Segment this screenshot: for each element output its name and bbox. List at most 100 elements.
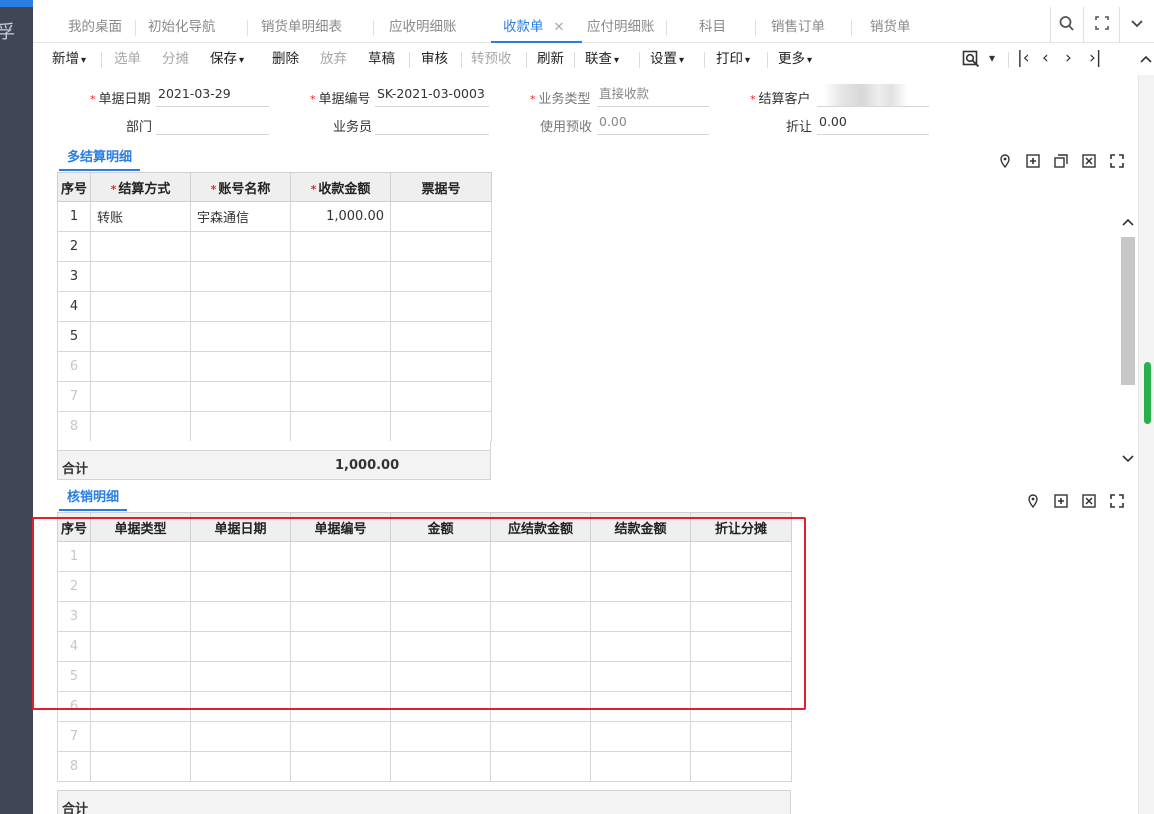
method-cell[interactable] <box>90 351 191 382</box>
more-button[interactable]: 更多 ▾ <box>778 43 812 75</box>
method-cell[interactable] <box>90 291 191 322</box>
grid-cell[interactable] <box>690 541 792 572</box>
doc-no-field[interactable]: SK-2021-03-0003 <box>375 85 489 107</box>
table-row[interactable]: 8 <box>57 751 792 782</box>
account-cell[interactable] <box>190 231 291 262</box>
grid-cell[interactable] <box>490 631 591 662</box>
grid-cell[interactable] <box>290 751 391 782</box>
tab-init-guide[interactable]: 初始化导航 <box>148 7 216 43</box>
tab-desktop[interactable]: 我的桌面 <box>68 7 122 43</box>
prev-record-icon[interactable]: ‹ <box>1042 43 1049 75</box>
discard-button[interactable]: 放弃 <box>320 43 347 75</box>
delete-row-icon[interactable] <box>1082 154 1096 168</box>
table-row[interactable]: 6 <box>57 691 792 722</box>
grid-cell[interactable] <box>190 751 291 782</box>
grid-cell[interactable] <box>590 661 691 692</box>
grid-cell[interactable] <box>690 631 792 662</box>
grid-cell[interactable] <box>190 571 291 602</box>
grid-cell[interactable] <box>190 541 291 572</box>
grid-cell[interactable] <box>590 541 691 572</box>
grid-cell[interactable] <box>90 601 191 632</box>
grid-cell[interactable] <box>690 691 792 722</box>
grid-cell[interactable] <box>390 661 491 692</box>
ticket-cell[interactable] <box>390 321 492 352</box>
grid-cell[interactable] <box>90 751 191 782</box>
method-cell[interactable] <box>90 381 191 412</box>
grid-cell[interactable] <box>690 571 792 602</box>
grid-cell[interactable] <box>490 751 591 782</box>
grid-cell[interactable] <box>90 571 191 602</box>
print-button[interactable]: 打印 ▾ <box>716 43 750 75</box>
grid-cell[interactable] <box>90 691 191 722</box>
tab-sales-detail[interactable]: 销货单明细表 <box>261 7 342 43</box>
biz-type-field[interactable]: 直接收款 <box>597 85 709 107</box>
grid-cell[interactable] <box>590 751 691 782</box>
table-row[interactable]: 5 <box>57 321 492 352</box>
grid-cell[interactable] <box>590 571 691 602</box>
location-pin-icon[interactable] <box>1026 494 1040 509</box>
tab-sales-order[interactable]: 销售订单 <box>771 7 825 43</box>
grid-cell[interactable] <box>290 661 391 692</box>
grid-cell[interactable] <box>490 541 591 572</box>
grid-cell[interactable] <box>390 631 491 662</box>
grid-cell[interactable] <box>190 601 291 632</box>
amount-cell[interactable]: 1,000.00 <box>290 201 391 232</box>
grid-cell[interactable] <box>390 691 491 722</box>
table-row[interactable]: 2 <box>57 571 792 602</box>
copy-row-icon[interactable] <box>1054 154 1068 168</box>
add-row-icon[interactable] <box>1054 494 1068 508</box>
grid-cell[interactable] <box>290 601 391 632</box>
account-cell[interactable] <box>190 321 291 352</box>
grid-cell[interactable] <box>190 631 291 662</box>
ticket-cell[interactable] <box>390 201 492 232</box>
settlement-scrollbar-thumb[interactable] <box>1121 237 1135 385</box>
select-button[interactable]: 选单 <box>114 43 141 75</box>
delete-button[interactable]: 删除 <box>272 43 299 75</box>
page-scroll-handle[interactable] <box>1144 362 1151 424</box>
account-cell[interactable] <box>190 351 291 382</box>
grid-cell[interactable] <box>390 721 491 752</box>
settlement-section-title[interactable]: 多结算明细 <box>58 146 141 171</box>
record-search-icon[interactable] <box>962 50 980 68</box>
tab-sales-slip[interactable]: 销货单 <box>870 7 911 43</box>
method-cell[interactable] <box>90 411 191 442</box>
grid-cell[interactable] <box>290 571 391 602</box>
grid-cell[interactable] <box>590 631 691 662</box>
delete-row-icon[interactable] <box>1082 494 1096 508</box>
grid-cell[interactable] <box>390 601 491 632</box>
grid-cell[interactable] <box>290 721 391 752</box>
audit-button[interactable]: 审核 <box>421 43 448 75</box>
refresh-button[interactable]: 刷新 <box>537 43 564 75</box>
chevron-down-icon[interactable] <box>1130 17 1144 35</box>
account-cell[interactable] <box>190 411 291 442</box>
table-row[interactable]: 4 <box>57 291 492 322</box>
add-row-icon[interactable] <box>1026 154 1040 168</box>
table-row[interactable]: 2 <box>57 231 492 262</box>
save-button[interactable]: 保存 ▾ <box>210 43 244 75</box>
first-record-icon[interactable]: |‹ <box>1017 43 1030 75</box>
grid-cell[interactable] <box>690 661 792 692</box>
page-scroll-up-icon[interactable] <box>1140 54 1152 70</box>
grid-cell[interactable] <box>590 691 691 722</box>
account-cell[interactable]: 宇森通信 <box>190 201 291 232</box>
method-cell[interactable] <box>90 231 191 262</box>
table-row[interactable]: 1 转账 宇森通信 1,000.00 <box>57 201 492 232</box>
grid-cell[interactable] <box>690 601 792 632</box>
grid-cell[interactable] <box>290 691 391 722</box>
grid-cell[interactable] <box>190 661 291 692</box>
grid-cell[interactable] <box>490 691 591 722</box>
linked-query-button[interactable]: 联查 ▾ <box>585 43 619 75</box>
grid-cell[interactable] <box>590 601 691 632</box>
chevron-down-icon[interactable]: ▾ <box>989 43 995 75</box>
tab-ar-ledger[interactable]: 应收明细账 <box>389 7 457 43</box>
allocate-button[interactable]: 分摊 <box>162 43 189 75</box>
table-row[interactable]: 7 <box>57 721 792 752</box>
table-row[interactable]: 6 <box>57 351 492 382</box>
grid-cell[interactable] <box>390 571 491 602</box>
nav-glyph-icon[interactable]: 孚 <box>0 18 15 44</box>
account-cell[interactable] <box>190 381 291 412</box>
grid-cell[interactable] <box>390 541 491 572</box>
tab-receipt[interactable]: 收款单 ✕ <box>490 7 583 43</box>
grid-cell[interactable] <box>490 661 591 692</box>
table-row[interactable]: 1 <box>57 541 792 572</box>
